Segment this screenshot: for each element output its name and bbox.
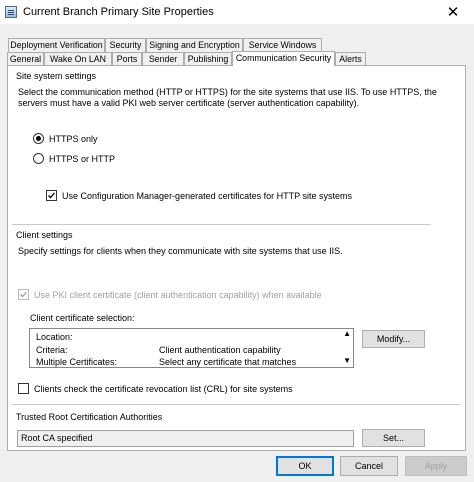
https-or-http-label[interactable]: HTTPS or HTTP xyxy=(49,154,115,164)
tab-security[interactable]: Security xyxy=(105,38,146,52)
tab-ports[interactable]: Ports xyxy=(112,52,142,66)
title-bar: Current Branch Primary Site Properties ✕ xyxy=(0,0,474,24)
section-divider xyxy=(12,224,431,225)
pki-client-cert-checkbox[interactable] xyxy=(18,289,29,300)
tab-wake-on-lan[interactable]: Wake On LAN xyxy=(44,52,112,66)
cert-row-key: Multiple Certificates: xyxy=(36,357,118,367)
crl-check-checkbox[interactable] xyxy=(18,383,29,394)
tab-communication-security[interactable]: Communication Security xyxy=(232,51,335,66)
client-cert-selection-list[interactable]: Location: Criteria: Client authenticatio… xyxy=(29,328,354,368)
cert-row-key: Location: xyxy=(36,332,73,342)
scroll-up-icon[interactable]: ▲ xyxy=(343,329,351,338)
tab-signing-and-encryption[interactable]: Signing and Encryption xyxy=(146,38,243,52)
window-title: Current Branch Primary Site Properties xyxy=(23,6,214,18)
checkmark-icon xyxy=(20,291,27,298)
tab-deployment-verification[interactable]: Deployment Verification xyxy=(8,38,105,52)
trusted-root-field[interactable]: Root CA specified xyxy=(17,430,354,447)
checkmark-icon xyxy=(48,192,55,199)
site-system-settings-heading: Site system settings xyxy=(16,71,97,81)
modify-button[interactable]: Modify... xyxy=(362,330,425,348)
pki-client-cert-label[interactable]: Use PKI client certificate (client authe… xyxy=(34,290,322,300)
cm-generated-certs-label[interactable]: Use Configuration Manager-generated cert… xyxy=(62,191,352,201)
close-icon[interactable]: ✕ xyxy=(432,0,474,24)
cert-row-value: Select any certificate that matches xyxy=(159,357,297,367)
ok-button[interactable]: OK xyxy=(276,456,334,476)
cancel-button[interactable]: Cancel xyxy=(340,456,398,476)
apply-button[interactable]: Apply xyxy=(405,456,467,476)
https-only-label[interactable]: HTTPS only xyxy=(49,134,98,144)
https-or-http-radio[interactable] xyxy=(33,153,44,164)
communication-security-page: Site system settings Select the communic… xyxy=(7,65,466,451)
crl-check-label[interactable]: Clients check the certificate revocation… xyxy=(34,384,293,394)
tab-general[interactable]: General xyxy=(7,52,44,66)
tab-publishing[interactable]: Publishing xyxy=(184,52,232,66)
https-only-radio[interactable] xyxy=(33,133,44,144)
trusted-root-heading: Trusted Root Certification Authorities xyxy=(16,412,163,422)
client-settings-heading: Client settings xyxy=(16,230,73,240)
client-cert-selection-label: Client certificate selection: xyxy=(30,313,135,323)
section-divider xyxy=(12,404,460,405)
tab-service-windows[interactable]: Service Windows xyxy=(243,38,322,52)
client-settings-description: Specify settings for clients when they c… xyxy=(18,246,343,256)
cm-generated-certs-checkbox[interactable] xyxy=(46,190,57,201)
scroll-down-icon[interactable]: ▼ xyxy=(343,356,351,365)
tab-alerts[interactable]: Alerts xyxy=(335,52,366,66)
set-button[interactable]: Set... xyxy=(362,429,425,447)
tab-sender[interactable]: Sender xyxy=(142,52,184,66)
cert-row-value: Client authentication capability xyxy=(159,345,281,355)
properties-app-icon xyxy=(5,6,17,18)
site-system-description: Select the communication method (HTTP or… xyxy=(18,87,437,108)
cert-row-key: Criteria: xyxy=(36,345,68,355)
